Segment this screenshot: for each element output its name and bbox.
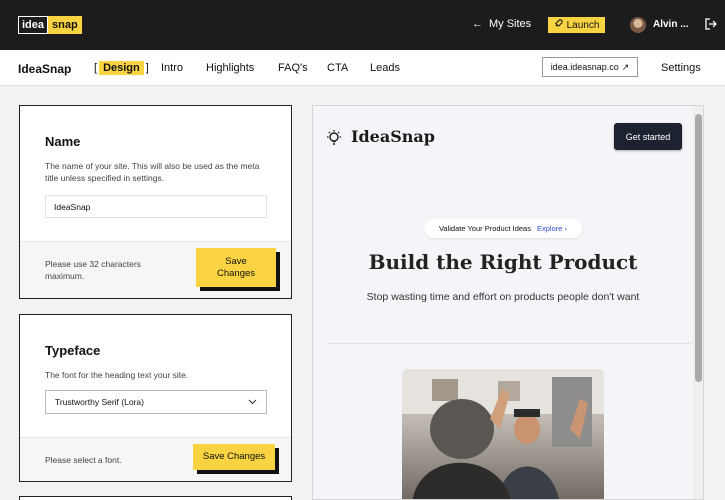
hero-headline: Build the Right Product [368, 250, 638, 274]
preview-header: IdeaSnap Get started [313, 106, 703, 168]
typeface-selected: Trustworthy Serif (Lora) [55, 397, 144, 407]
site-name: IdeaSnap [18, 62, 72, 76]
tab-highlights[interactable]: Highlights [206, 62, 254, 74]
preview-scrollbar-thumb[interactable] [695, 114, 702, 382]
lightbulb-icon [325, 129, 343, 147]
pill-explore-link[interactable]: Explore › [537, 224, 567, 233]
save-name-button[interactable]: Save Changes [196, 248, 276, 287]
settings-link[interactable]: Settings [661, 62, 701, 74]
logout-icon[interactable] [704, 17, 718, 31]
pill-text: Validate Your Product Ideas [438, 224, 531, 233]
save-typeface-button[interactable]: Save Changes [193, 444, 275, 470]
domain-label: idea.ideasnap.co [550, 62, 619, 72]
typeface-select[interactable]: Trustworthy Serif (Lora) [45, 390, 267, 414]
my-sites-link[interactable]: ← My Sites [472, 18, 531, 30]
tab-cta[interactable]: CTA [327, 62, 348, 74]
hero-image [402, 369, 604, 499]
external-link-icon: ↗ [621, 61, 630, 72]
my-sites-label: My Sites [489, 18, 532, 30]
typeface-card-footer: Please select a font. Save Changes [20, 437, 291, 481]
name-card-title: Name [45, 134, 81, 149]
top-bar: idea snap ← My Sites Launch Alvin ... [0, 0, 725, 50]
site-domain-link[interactable]: idea.ideasnap.co ↗ [542, 57, 638, 77]
typeface-card-title: Typeface [45, 343, 101, 358]
next-card [19, 496, 292, 500]
tab-design-label: Design [99, 61, 144, 75]
site-preview: IdeaSnap Get started Validate Your Produ… [312, 105, 704, 500]
tab-faqs[interactable]: FAQ's [278, 62, 308, 74]
divider [327, 343, 691, 344]
launch-label: Launch [566, 19, 600, 31]
logo-part-snap: snap [48, 16, 82, 34]
logo-part-idea: idea [18, 16, 49, 34]
name-card-hint: Please use 32 characters maximum. [45, 259, 141, 281]
bracket-right: ] [145, 62, 149, 74]
get-started-button[interactable]: Get started [614, 123, 682, 150]
chevron-down-icon [248, 397, 257, 407]
hero-subheadline: Stop wasting time and effort on products… [366, 291, 640, 303]
tab-design[interactable]: [ Design ] [94, 61, 149, 75]
tab-leads[interactable]: Leads [370, 62, 400, 74]
typeface-card-description: The font for the heading text your site. [45, 370, 189, 380]
name-card-description: The name of your site. This will also be… [45, 161, 260, 183]
bracket-left: [ [94, 62, 98, 74]
launch-button[interactable]: Launch [548, 17, 605, 33]
rocket-icon [554, 19, 563, 31]
arrow-left-icon: ← [472, 18, 483, 30]
tab-intro[interactable]: Intro [161, 62, 183, 74]
avatar[interactable] [630, 17, 646, 33]
typeface-card: Typeface The font for the heading text y… [19, 314, 292, 482]
site-name-input[interactable]: IdeaSnap [45, 195, 267, 218]
user-name[interactable]: Alvin ... [653, 19, 689, 30]
typeface-card-hint: Please select a font. [45, 455, 122, 465]
preview-brand: IdeaSnap [351, 127, 435, 146]
name-card: Name The name of your site. This will al… [19, 105, 292, 299]
app-logo[interactable]: idea snap [18, 16, 82, 34]
announcement-pill[interactable]: Validate Your Product Ideas Explore › [424, 219, 582, 238]
name-card-footer: Please use 32 characters maximum. Save C… [20, 241, 291, 298]
